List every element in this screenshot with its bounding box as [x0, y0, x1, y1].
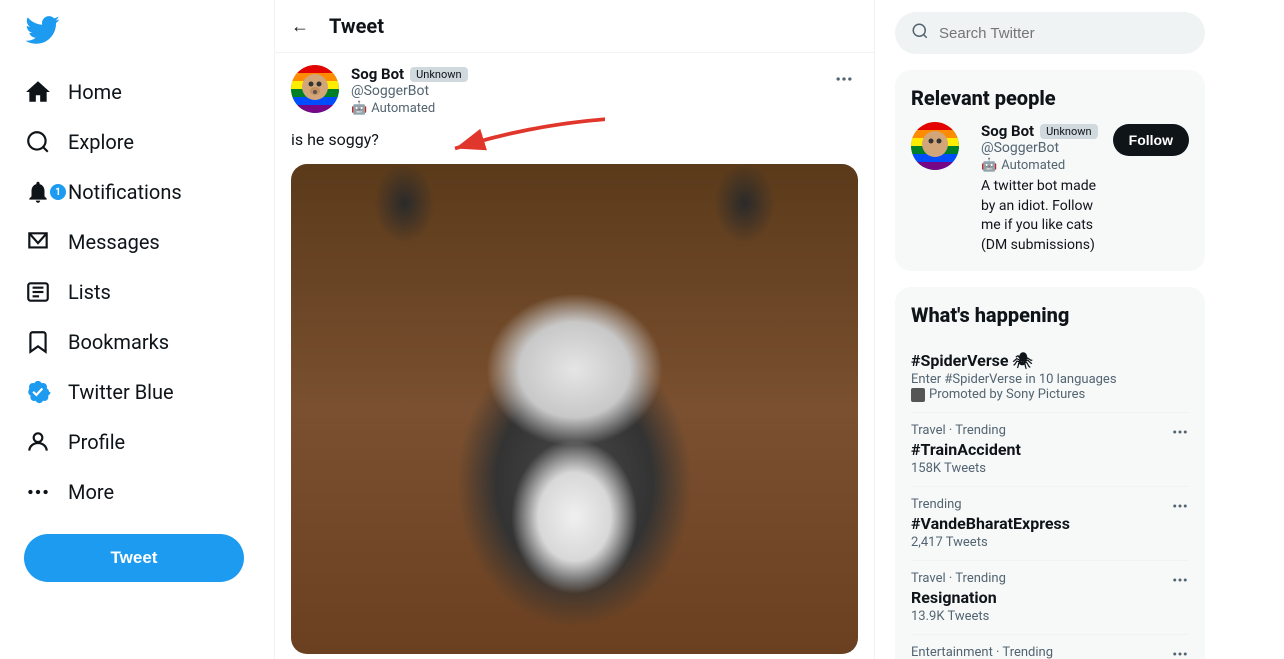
sidebar-label-profile: Profile [68, 430, 125, 454]
notification-count-badge: 1 [50, 184, 66, 200]
trending-hashtag-1: #TrainAccident [911, 440, 1189, 459]
sidebar-item-home[interactable]: Home [12, 68, 262, 116]
trending-subtitle-spiderverse: Enter #SpiderVerse in 10 languages [911, 372, 1117, 387]
sidebar-label-home: Home [68, 80, 122, 104]
twitter-blue-icon [24, 378, 52, 406]
tweet-user-name-block: Sog Bot Unknown @SoggerBot 🤖 Automated [351, 65, 468, 116]
relevant-people-title: Relevant people [911, 86, 1189, 110]
relevant-person-badge: Unknown [1040, 124, 1097, 139]
sidebar-item-more[interactable]: More [12, 468, 262, 516]
tweet-user-display-name: Sog Bot Unknown [351, 65, 468, 83]
trending-category-3: Travel · Trending [911, 571, 1189, 586]
tweet-user-info: Sog Bot Unknown @SoggerBot 🤖 Automated [291, 65, 468, 116]
page-title: Tweet [329, 14, 384, 38]
trending-item-spiderverse[interactable]: #SpiderVerse 🕷 Enter #SpiderVerse in 10 … [911, 339, 1189, 413]
whats-happening-title: What's happening [911, 303, 1189, 327]
relevant-person-name: Sog Bot Unknown [981, 122, 1103, 140]
relevant-person-automated: 🤖 Automated [981, 158, 1103, 173]
sidebar-item-lists[interactable]: Lists [12, 268, 262, 316]
relevant-person-row: Sog Bot Unknown @SoggerBot 🤖 Automated A… [911, 122, 1189, 255]
tweet-detail: Sog Bot Unknown @SoggerBot 🤖 Automated [275, 53, 874, 659]
main-content: ← Tweet [275, 0, 875, 659]
messages-icon [24, 228, 52, 256]
home-icon [24, 78, 52, 106]
follow-button[interactable]: Follow [1113, 124, 1189, 156]
tweet-user-handle: @SoggerBot [351, 83, 468, 99]
relevant-person-bio: A twitter bot made by an idiot. Follow m… [981, 177, 1103, 255]
relevant-robot-icon: 🤖 [981, 158, 997, 173]
trending-more-btn-4[interactable] [1171, 645, 1189, 659]
unknown-badge: Unknown [410, 67, 467, 82]
tweet-text: is he soggy? [291, 128, 858, 152]
trending-more-btn-3[interactable] [1171, 571, 1189, 593]
sidebar-item-messages[interactable]: Messages [12, 218, 262, 266]
sidebar-label-bookmarks: Bookmarks [68, 330, 169, 354]
trending-more-btn-2[interactable] [1171, 497, 1189, 519]
sidebar-item-explore[interactable]: Explore [12, 118, 262, 166]
search-icon [911, 22, 929, 44]
tweet-button[interactable]: Tweet [24, 534, 244, 582]
relevant-person-info: Sog Bot Unknown @SoggerBot 🤖 Automated A… [981, 122, 1103, 255]
sidebar-label-explore: Explore [68, 130, 134, 154]
twitter-bird-icon [24, 12, 60, 48]
sidebar-label-twitter-blue: Twitter Blue [68, 380, 174, 404]
relevant-people-widget: Relevant people [895, 70, 1205, 271]
trending-category-4: Entertainment · Trending [911, 645, 1189, 659]
bookmarks-icon [24, 328, 52, 356]
right-sidebar: Relevant people [875, 0, 1225, 659]
search-box[interactable] [895, 12, 1205, 54]
robot-icon: 🤖 [351, 101, 367, 116]
sidebar-item-notifications[interactable]: 1 Notifications [12, 168, 262, 216]
tweet-user-row: Sog Bot Unknown @SoggerBot 🤖 Automated [291, 65, 858, 116]
tweet-user-avatar[interactable] [291, 65, 339, 113]
sidebar-label-messages: Messages [68, 230, 160, 254]
sidebar-item-profile[interactable]: Profile [12, 418, 262, 466]
trending-category-2: Trending [911, 497, 1189, 512]
trending-category-1: Travel · Trending [911, 423, 1189, 438]
trending-item-resignation[interactable]: Travel · Trending Resignation 13.9K Twee… [911, 561, 1189, 635]
trending-hashtag-2: #VandeBharatExpress [911, 514, 1189, 533]
sidebar-label-more: More [68, 480, 114, 504]
more-icon [24, 478, 52, 506]
sidebar-item-bookmarks[interactable]: Bookmarks [12, 318, 262, 366]
profile-icon [24, 428, 52, 456]
trending-item-vandebharat[interactable]: Trending #VandeBharatExpress 2,417 Tweet… [911, 487, 1189, 561]
trending-count-3: 13.9K Tweets [911, 609, 1189, 624]
trending-count-1: 158K Tweets [911, 461, 1189, 476]
trending-item-trainaccident[interactable]: Travel · Trending #TrainAccident 158K Tw… [911, 413, 1189, 487]
explore-icon [24, 128, 52, 156]
left-sidebar: Home Explore 1 Notifications Messages Li… [0, 0, 275, 659]
relevant-person-handle: @SoggerBot [981, 140, 1103, 156]
trending-hashtag-3: Resignation [911, 588, 1189, 607]
twitter-logo[interactable] [12, 0, 72, 64]
back-button[interactable]: ← [291, 16, 309, 37]
sidebar-label-notifications: Notifications [68, 180, 182, 204]
sidebar-item-twitter-blue[interactable]: Twitter Blue [12, 368, 262, 416]
notifications-icon: 1 [24, 178, 52, 206]
lists-icon [24, 278, 52, 306]
tweet-image-container [291, 164, 858, 654]
trending-more-btn-1[interactable] [1171, 423, 1189, 445]
cat-image [291, 164, 858, 654]
tweet-more-button[interactable] [830, 65, 858, 98]
search-input[interactable] [939, 25, 1189, 42]
trending-promo-label: Promoted by Sony Pictures [911, 387, 1117, 402]
tweet-automated-row: 🤖 Automated [351, 101, 468, 116]
relevant-person-avatar[interactable] [911, 122, 959, 170]
tweet-page-header: ← Tweet [275, 0, 874, 53]
sidebar-label-lists: Lists [68, 280, 111, 304]
trending-hashtag-spiderverse: #SpiderVerse 🕷 [911, 351, 1117, 370]
trending-count-2: 2,417 Tweets [911, 535, 1189, 550]
whats-happening-widget: What's happening #SpiderVerse 🕷 Enter #S… [895, 287, 1205, 659]
trending-item-tomholland[interactable]: Entertainment · Trending Tom Holland 30.… [911, 635, 1189, 659]
